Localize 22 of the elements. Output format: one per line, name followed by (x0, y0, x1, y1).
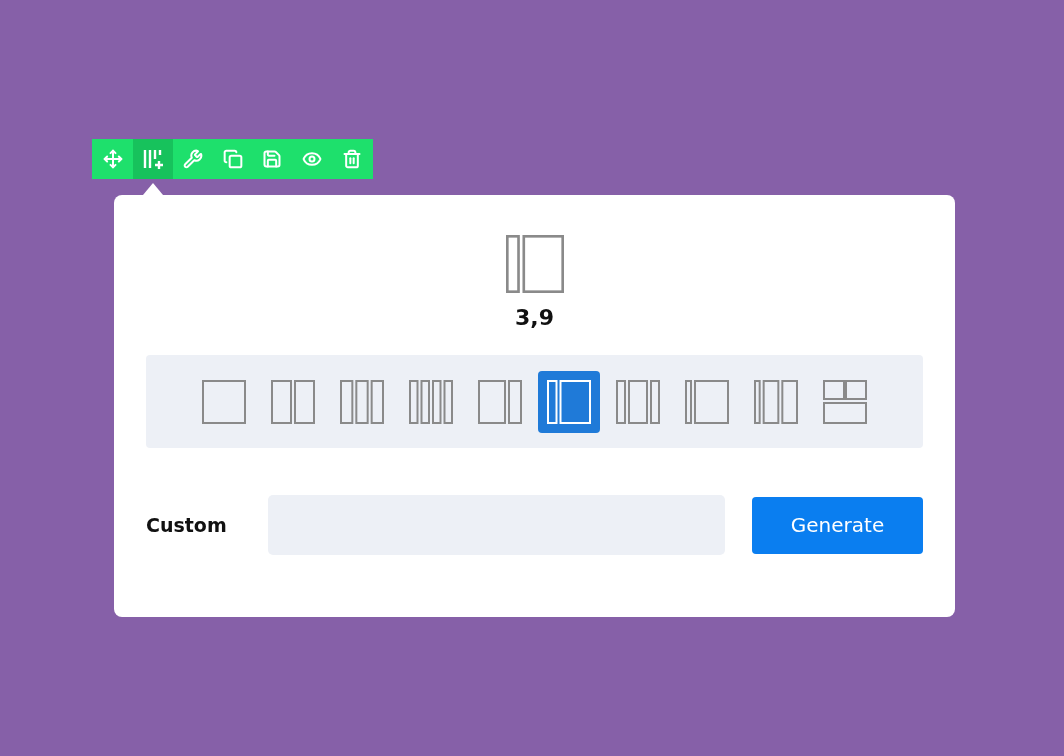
layout-icon (202, 379, 246, 424)
duplicate-icon (222, 149, 243, 169)
columns-add-icon (141, 148, 164, 170)
layout-icon (754, 379, 798, 424)
save-icon (262, 149, 283, 169)
layout-icon (409, 379, 453, 424)
eye-icon (302, 149, 323, 169)
generate-button[interactable]: Generate (752, 496, 923, 554)
layout-icon (340, 379, 384, 424)
layout-icon (823, 379, 867, 424)
layout-icon (685, 379, 729, 424)
trash-icon (342, 149, 363, 169)
layout-icon (616, 379, 660, 424)
custom-label: Custom (146, 514, 228, 536)
wrench-icon (182, 149, 203, 169)
layout-preview-icon (505, 235, 564, 293)
layout-icon (547, 379, 591, 424)
layout-icon (271, 379, 315, 424)
layout-option[interactable] (538, 370, 600, 433)
layout-preview-label: 3,9 (515, 305, 554, 330)
move-icon (102, 149, 123, 169)
layout-icon (478, 379, 522, 424)
